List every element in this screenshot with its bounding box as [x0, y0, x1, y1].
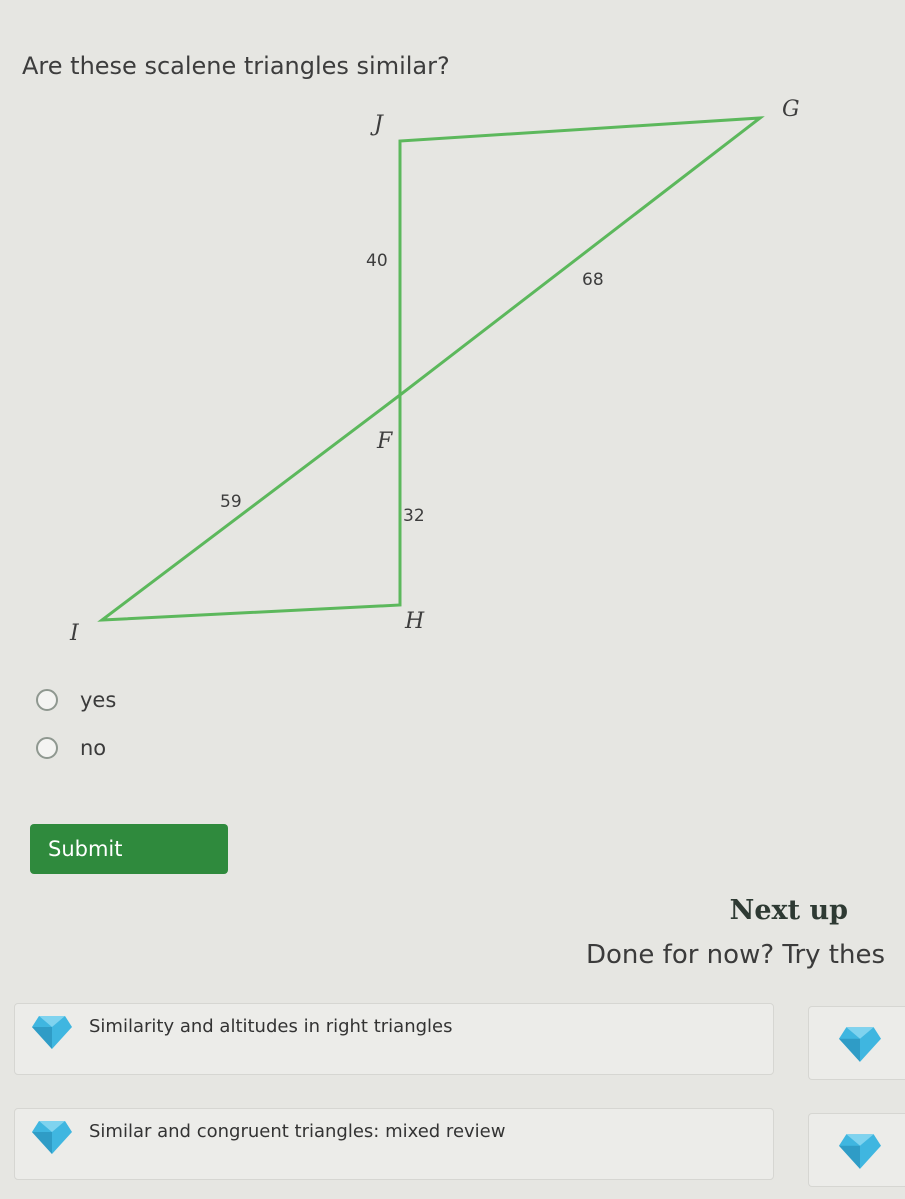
side-label-fh: 32: [403, 506, 425, 526]
answer-choices: yes no: [36, 676, 116, 772]
choice-yes[interactable]: yes: [36, 676, 116, 724]
vertex-label-h: H: [404, 609, 425, 634]
side-label-if: 59: [220, 492, 242, 512]
vertex-label-f: F: [376, 429, 393, 454]
choice-no-label: no: [80, 736, 107, 760]
vertex-label-j: J: [370, 112, 384, 137]
side-label-fg: 68: [582, 270, 604, 290]
radio-no[interactable]: [36, 737, 58, 759]
side-card[interactable]: [808, 1113, 905, 1187]
side-label-jf: 40: [366, 251, 388, 271]
gem-icon: [839, 1134, 881, 1169]
gem-icon: [839, 1027, 881, 1062]
triangle-jfg-outline: [97, 116, 765, 622]
choice-no[interactable]: no: [36, 724, 116, 772]
vertex-label-g: G: [782, 97, 800, 122]
radio-yes[interactable]: [36, 689, 58, 711]
side-card[interactable]: [808, 1006, 905, 1080]
next-up-subtitle: Done for now? Try thes: [586, 940, 886, 970]
next-card-similar-congruent[interactable]: Similar and congruent triangles: mixed r…: [14, 1108, 774, 1180]
vertex-label-i: I: [69, 621, 80, 646]
next-card-title: Similar and congruent triangles: mixed r…: [89, 1121, 506, 1142]
choice-yes-label: yes: [80, 688, 117, 712]
triangle-figure: J G F I H 40 68 59 32: [69, 97, 800, 646]
submit-button[interactable]: Submit: [30, 824, 228, 874]
gem-icon: [32, 1016, 72, 1049]
next-card-similarity-altitudes[interactable]: Similarity and altitudes in right triang…: [14, 1003, 774, 1075]
gem-icon: [32, 1121, 72, 1154]
next-up-heading: Next up: [729, 895, 848, 926]
next-card-title: Similarity and altitudes in right triang…: [89, 1016, 453, 1037]
